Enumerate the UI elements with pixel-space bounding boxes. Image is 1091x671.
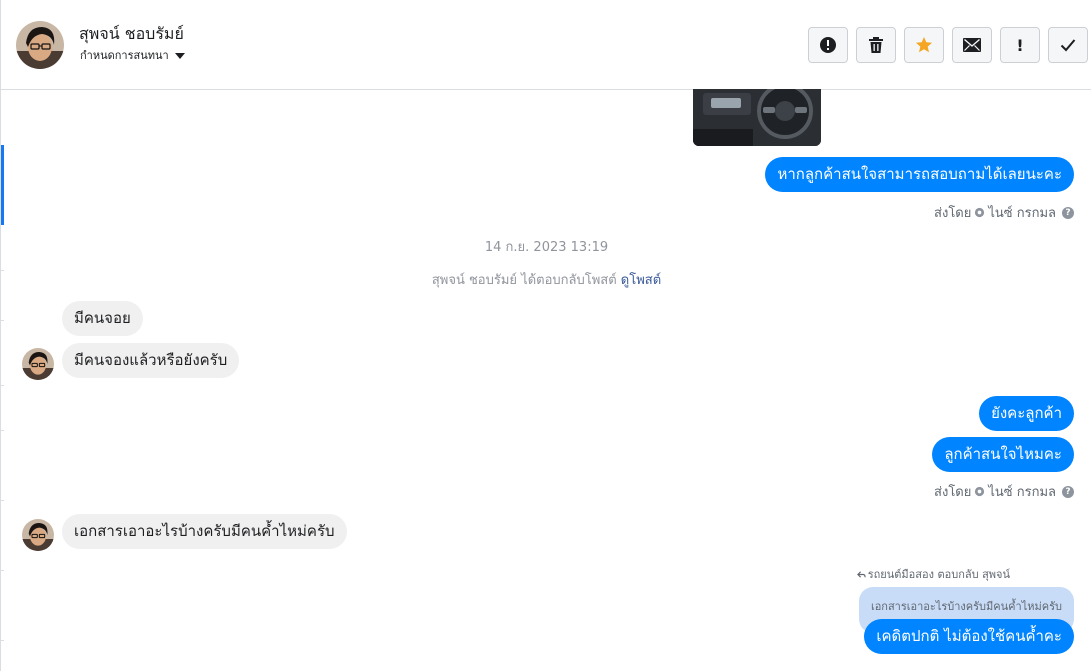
sent-by-info: ส่งโดย ไนซ์ กรกมล ? — [934, 202, 1074, 223]
incoming-message[interactable]: มีคนจอย — [62, 301, 143, 336]
system-note-text: สุพจน์ ชอบรัมย์ ได้ตอบกลับโพสต์ — [431, 273, 617, 288]
delete-button[interactable] — [856, 27, 896, 63]
conversation-header: สุพจน์ ชอบรัมย์ กำหนดการสนทนา ! — [1, 0, 1091, 90]
avatar[interactable] — [22, 348, 54, 380]
help-icon[interactable]: ? — [1062, 206, 1074, 219]
report-button[interactable] — [808, 27, 848, 63]
sent-by-prefix: ส่งโดย — [934, 485, 972, 500]
sent-by-info: ส่งโดย ไนซ์ กรกมล ? — [934, 481, 1074, 502]
incoming-message[interactable]: เอกสารเอาอะไรบ้างครับมีคนค้ำไหม่ครับ — [62, 514, 347, 549]
view-post-link[interactable]: ดูโพสต์ — [621, 273, 661, 288]
outgoing-message[interactable]: เคดิตปกติ ไม่ต้องใช้คนค้ำคะ — [864, 619, 1074, 654]
system-note: สุพจน์ ชอบรัมย์ ได้ตอบกลับโพสต์ ดูโพสต์ — [1, 269, 1091, 290]
conversation-settings-dropdown[interactable]: กำหนดการสนทนา — [80, 46, 185, 64]
contact-name[interactable]: สุพจน์ ชอบรัมย์ — [79, 22, 184, 47]
incoming-message[interactable]: มีคนจองแล้วหรือยังครับ — [62, 343, 240, 378]
mark-important-button[interactable]: ! — [1000, 27, 1040, 63]
sent-by-name: ไนซ์ กรกมล — [988, 485, 1056, 500]
conversation-settings-label: กำหนดการสนทนา — [80, 49, 169, 62]
outgoing-message[interactable]: หากลูกค้าสนใจสามารถสอบถามได้เลยนะคะ — [765, 157, 1074, 192]
gear-icon — [975, 207, 985, 218]
sent-by-name: ไนซ์ กรกมล — [988, 206, 1056, 221]
conversation-panel: สุพจน์ ชอบรัมย์ กำหนดการสนทนา ! หากลูกค้… — [0, 0, 1091, 671]
report-icon — [820, 37, 836, 53]
message-list[interactable]: หากลูกค้าสนใจสามารถสอบถามได้เลยนะคะ ส่งโ… — [1, 89, 1091, 671]
caret-down-icon — [174, 52, 185, 59]
help-icon[interactable]: ? — [1062, 485, 1074, 498]
header-actions: ! — [808, 27, 1088, 63]
timestamp: 14 ก.ย. 2023 13:19 — [484, 240, 609, 255]
outgoing-message[interactable]: ลูกค้าสนใจไหมคะ — [932, 437, 1074, 472]
reply-note: รถยนต์มือสอง ตอบกลับ สุพจน์ — [856, 565, 1010, 583]
reply-arrow-icon — [856, 570, 866, 578]
star-icon — [916, 37, 932, 53]
mark-unread-button[interactable] — [952, 27, 992, 63]
reply-note-text: รถยนต์มือสอง ตอบกลับ สุพจน์ — [867, 568, 1010, 581]
star-button[interactable] — [904, 27, 944, 63]
avatar[interactable] — [22, 519, 54, 551]
avatar[interactable] — [16, 21, 64, 69]
gear-icon — [975, 486, 985, 497]
check-icon — [1060, 39, 1076, 52]
mark-done-button[interactable] — [1048, 27, 1088, 63]
outgoing-message[interactable]: ยังคะลูกค้า — [979, 396, 1074, 431]
sent-by-prefix: ส่งโดย — [934, 206, 972, 221]
trash-icon — [869, 37, 883, 53]
mail-icon — [963, 38, 981, 52]
important-icon: ! — [1016, 35, 1024, 55]
message-image[interactable] — [693, 89, 821, 146]
